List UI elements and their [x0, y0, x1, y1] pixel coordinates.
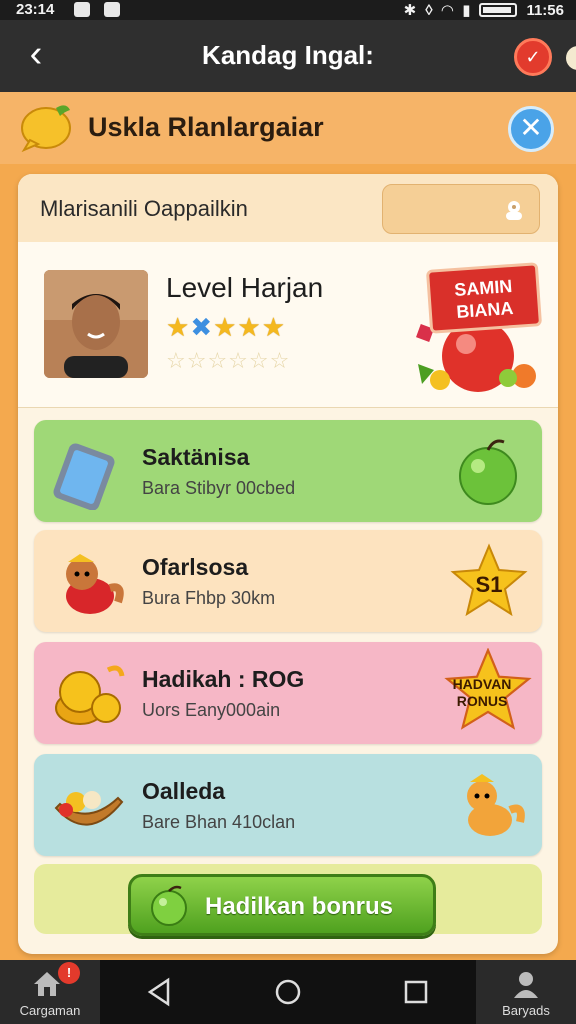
signal-icon: ▮ [462, 2, 471, 19]
list-item-subtitle: Bura Fhbp 30km [142, 588, 276, 608]
battery-icon [479, 3, 518, 17]
user-field[interactable] [382, 184, 540, 234]
nav-item-label: Baryads [502, 1003, 550, 1018]
promo-badge: SAMIN BIANA [425, 262, 543, 334]
panel-title: Mlarisanili Oappailkin [40, 196, 248, 221]
notification-badge: ! [58, 962, 80, 984]
fox-mascot-icon [66, 554, 124, 614]
star-icon: ★ [213, 312, 238, 342]
list-item-subtitle: Bara Stibyr 00cbed [142, 478, 296, 498]
system-home-icon[interactable] [272, 976, 304, 1008]
phone-icon [53, 443, 115, 510]
bottom-navigation: ! Cargaman Baryads [0, 960, 576, 1024]
user-icon [506, 201, 522, 220]
badge-label: S1 [475, 572, 503, 597]
list-item[interactable]: Ofarlsosa Bura Fhbp 30km S1 [34, 530, 542, 632]
green-apple-icon [459, 439, 517, 505]
list-item-title: Oalleda [142, 778, 226, 804]
status-time: 23:14 [16, 1, 55, 18]
section-title: Uskla Rlanlargaiar [88, 112, 324, 142]
section-header: Uskla Rlanlargaiar ✕ [0, 92, 576, 164]
chat-bubble-logo-icon [21, 105, 71, 152]
star-icon: ★ [237, 312, 262, 342]
star-icon: ★ [166, 312, 191, 342]
profile-icon [514, 972, 538, 998]
app-bar: ‹ Kandag Ingal: ✓ [0, 20, 576, 92]
vibrate-icon: ◊ [425, 1, 433, 19]
bonus-area: Hadilkan bonrus [34, 864, 542, 936]
clock: 11:56 [526, 1, 564, 19]
level-title: Level Harjan [166, 272, 324, 303]
star-icon: ✖ [190, 312, 214, 342]
empty-stars: ☆☆☆☆☆☆ [166, 348, 291, 373]
fruit-basket-icon [54, 791, 124, 826]
avatar [44, 270, 148, 378]
bluetooth-icon: ✱ [403, 2, 417, 19]
nav-item-home[interactable]: ! Cargaman [0, 960, 100, 1024]
panel-header: Mlarisanili Oappailkin [18, 174, 558, 242]
calendar-button[interactable]: ✓ [514, 38, 552, 76]
nav-item-label: Cargaman [19, 1003, 81, 1018]
star-icon: ★ [261, 312, 287, 342]
notification-icon [104, 2, 120, 17]
system-back-icon[interactable] [144, 976, 176, 1008]
system-recents-icon[interactable] [400, 976, 432, 1008]
list-item[interactable]: Hadikah : ROG Uors Eany000ain HADVAN RON… [34, 642, 542, 744]
badge-label: HADVAN RONUS [452, 676, 512, 709]
wifi-icon: ◠ [441, 2, 454, 19]
main-panel: Mlarisanili Oappailkin Level Harjan ★✖★★… [18, 174, 558, 954]
notification-icon [74, 2, 90, 17]
status-bar: 23:14 ✱ ◊ ◠ ▮ 11:56 [0, 0, 576, 20]
profile-card: Level Harjan ★✖★★★ ☆☆☆☆☆☆ SAMIN BIANA [18, 242, 558, 408]
rating-stars: ★✖★★★ [166, 312, 286, 343]
claim-bonus-button[interactable]: Hadilkan bonrus [128, 874, 436, 936]
list-item-subtitle: Uors Eany000ain [142, 700, 281, 720]
list-item[interactable]: Oalleda Bare Bhan 410clan [34, 754, 542, 856]
list-item[interactable]: Saktänisa Bara Stibyr 00cbed [34, 420, 542, 522]
green-apple-icon [151, 885, 187, 926]
list-item-title: Hadikah : ROG [142, 666, 305, 692]
claim-bonus-label: Hadilkan bonrus [205, 893, 394, 920]
gold-coins-icon [55, 665, 125, 725]
page-title: Kandag Ingal: [202, 40, 374, 70]
close-button[interactable]: ✕ [508, 106, 554, 152]
list-item-subtitle: Bare Bhan 410clan [142, 812, 296, 832]
list-item-title: Ofarlsosa [142, 554, 249, 580]
list-item-title: Saktänisa [142, 444, 250, 470]
nav-item-profile[interactable]: Baryads [476, 960, 576, 1024]
dog-mascot-icon [467, 774, 525, 836]
